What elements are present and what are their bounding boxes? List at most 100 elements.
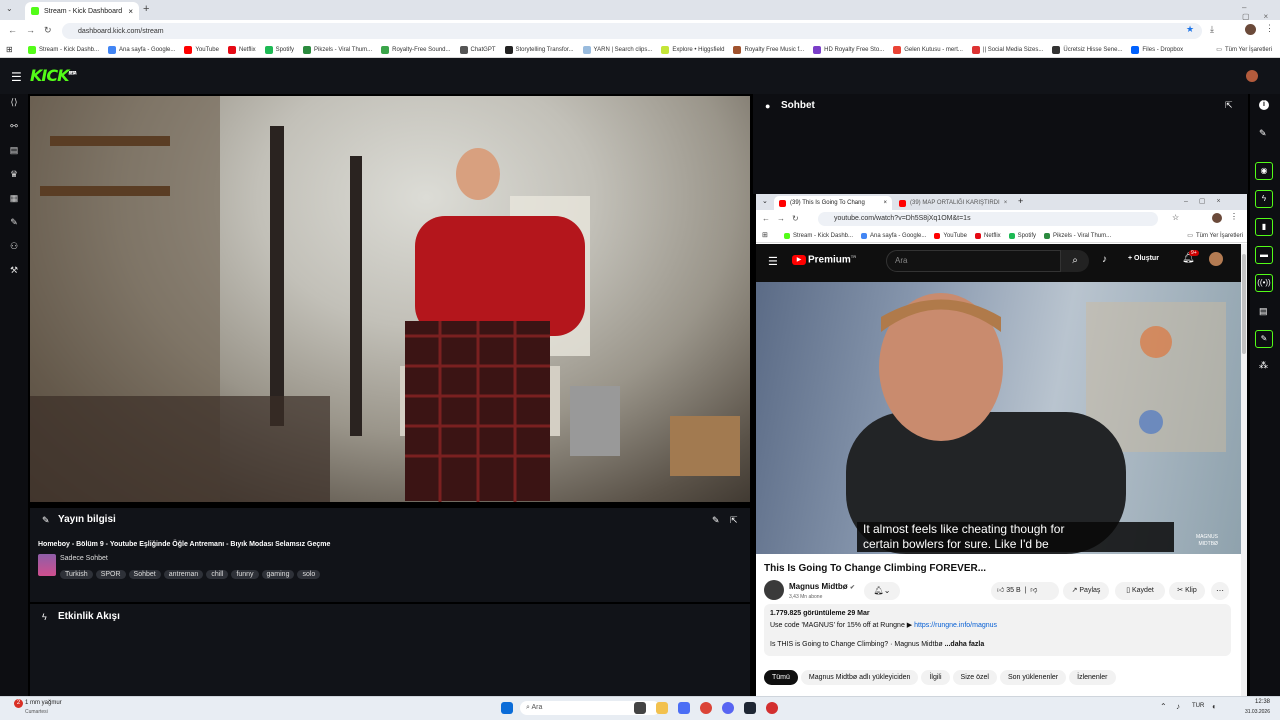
mic-icon[interactable]: ♪ <box>1176 702 1180 711</box>
share-button[interactable]: ↗ Paylaş <box>1063 582 1109 600</box>
broadcast-icon[interactable]: ((•)) <box>1255 274 1273 292</box>
wrench-icon[interactable]: ✎ <box>8 216 20 228</box>
bookmark-item[interactable]: || Social Media Sizes... <box>971 45 1043 54</box>
close-tab-icon[interactable]: × <box>883 200 887 206</box>
nodes-icon[interactable]: ⁂ <box>1259 360 1268 371</box>
windows-start-icon[interactable] <box>501 702 513 714</box>
bookmark-item[interactable]: Netflix <box>227 45 256 54</box>
save-button[interactable]: ▯ Kaydet <box>1115 582 1165 600</box>
yt-scrollbar-thumb[interactable] <box>1242 254 1246 354</box>
nav-buttons[interactable]: ←→↻ <box>762 214 806 223</box>
layout-icon[interactable]: ▤ <box>8 144 20 156</box>
window-controls[interactable]: –▢× <box>1184 197 1232 205</box>
link-icon[interactable]: ⚯ <box>8 120 20 132</box>
yt-scrollbar[interactable] <box>1241 244 1247 696</box>
bookmark-item[interactable]: Netflix <box>974 232 1001 239</box>
bookmark-item[interactable]: Royalty Free Music f... <box>733 45 804 54</box>
more-actions-icon[interactable]: ⋯ <box>1211 582 1229 600</box>
chip[interactable]: Size özel <box>952 670 997 685</box>
all-bookmarks[interactable]: ▭ Tüm Yer İşaretleri <box>1187 232 1247 240</box>
profile-avatar[interactable] <box>1212 213 1222 223</box>
nav-buttons[interactable]: ←→↻ <box>8 25 61 36</box>
weather-text[interactable]: 1 mm yağmur <box>25 700 62 706</box>
description-box[interactable]: 1.779.825 görüntüleme 29 Mar Use code 'M… <box>764 604 1231 656</box>
chip[interactable]: Son yüklenenler <box>999 670 1067 685</box>
channel-name[interactable]: Magnus Midtbø ✔ <box>789 582 855 591</box>
address-bar[interactable]: dashboard.kick.com/stream <box>62 23 1202 39</box>
bookmark-star-icon[interactable]: ★ <box>1186 24 1194 35</box>
discord-icon[interactable] <box>722 702 734 714</box>
bookmark-item[interactable]: Pikzels - Viral Thum... <box>303 45 372 54</box>
bookmark-item[interactable]: Gelen Kutusu - mert... <box>893 45 963 54</box>
chip[interactable]: Magnus Midtbø adlı yükleyiciden <box>800 670 919 685</box>
window-controls[interactable]: –▢× <box>1242 3 1280 21</box>
yt-search-input[interactable]: Ara <box>886 250 1061 272</box>
tray-chevron-icon[interactable]: ⌃ <box>1160 702 1167 711</box>
all-bookmarks[interactable]: ▭ Tüm Yer İşaretleri <box>1216 46 1280 54</box>
users-icon[interactable]: ⚇ <box>8 240 20 252</box>
search-icon[interactable]: ⌕ <box>1061 250 1089 272</box>
menu-icon[interactable]: ☰ <box>768 255 778 268</box>
moderation-icon[interactable]: ⚒ <box>8 264 20 276</box>
browser-tab-active[interactable]: Stream - Kick Dashboard × <box>25 2 139 20</box>
info-icon[interactable]: i <box>1259 100 1269 110</box>
bookmark-item[interactable]: HD Royalty Free Sto... <box>813 45 884 54</box>
trophy-icon[interactable]: ♛ <box>8 168 20 180</box>
chrome-icon[interactable] <box>700 702 712 714</box>
clip-button[interactable]: ✂ Klip <box>1169 582 1205 600</box>
tool-icon[interactable]: ✎ <box>1255 330 1273 348</box>
tag[interactable]: gaming <box>261 570 295 579</box>
clock-time[interactable]: 12:38 <box>1240 699 1270 705</box>
apps-grid-icon[interactable]: ⊞ <box>762 231 768 239</box>
show-more[interactable]: ...daha fazla <box>945 641 985 648</box>
tab-search-icon[interactable]: ⌄ <box>6 5 14 13</box>
video-icon[interactable]: ▮ <box>1255 218 1273 236</box>
pen-icon[interactable]: ✎ <box>1259 128 1267 139</box>
microphone-icon[interactable]: ♪ <box>1102 254 1107 265</box>
tag[interactable]: Turkish <box>60 570 93 579</box>
tag[interactable]: SPOR <box>95 570 126 579</box>
chip[interactable]: İzlenenler <box>1069 670 1116 685</box>
new-tab-button[interactable]: + <box>1018 196 1023 206</box>
browser-menu-icon[interactable]: ⋮ <box>1230 212 1238 221</box>
bookmark-item[interactable]: Ücretsiz Hisse Sene... <box>1052 45 1122 54</box>
download-icon[interactable]: ⤓ <box>1210 24 1214 35</box>
bookmark-item[interactable]: YARN | Search clips... <box>582 45 652 54</box>
user-avatar[interactable] <box>1246 70 1258 82</box>
tag[interactable]: funny <box>231 570 259 579</box>
popout-icon[interactable]: ⇱ <box>730 515 738 526</box>
bookmark-star-icon[interactable]: ☆ <box>1172 213 1179 222</box>
yt-address-bar[interactable]: youtube.com/watch?v=Dh5S8jXq1OM&t=1s <box>818 212 1158 226</box>
bookmark-item[interactable]: YouTube <box>184 45 219 54</box>
layers-icon[interactable]: ▤ <box>1259 306 1268 317</box>
bookmark-item[interactable]: ChatGPT <box>459 45 496 54</box>
close-tab-icon[interactable]: × <box>1004 200 1008 206</box>
tag[interactable]: antreman <box>163 570 204 579</box>
yt-tab[interactable]: (39) MAP ORTALIĞI KARIŞTIRDI × <box>894 196 1012 210</box>
camera-icon[interactable]: ◉ <box>1255 162 1273 180</box>
notification-bell-button[interactable]: 🔔︎⌄ <box>864 582 900 600</box>
bookmark-item[interactable]: YouTube <box>934 232 967 239</box>
bookmark-item[interactable]: Pikzels - Viral Thum... <box>1044 232 1111 239</box>
stream-preview[interactable] <box>30 96 750 502</box>
bookmark-item[interactable]: Storytelling Transfor... <box>504 45 574 54</box>
chat-popout-icon[interactable]: ⇱ <box>1225 100 1233 111</box>
app-icon[interactable] <box>766 702 778 714</box>
app-icon[interactable] <box>678 702 690 714</box>
category-name[interactable]: Sadece Sohbet <box>60 555 108 562</box>
bookmark-item[interactable]: Explore • Higgsfield <box>661 45 724 54</box>
browser-menu-icon[interactable]: ⋮ <box>1265 23 1274 34</box>
task-view-icon[interactable] <box>634 702 646 714</box>
bookmark-item[interactable]: Files - Dropbox <box>1131 45 1183 54</box>
kick-logo[interactable]: KICKBETA <box>30 66 77 85</box>
channel-avatar[interactable] <box>764 580 784 600</box>
yt-avatar[interactable] <box>1209 252 1223 266</box>
speaker-icon[interactable]: ◐ <box>1212 702 1217 711</box>
description-link[interactable]: https://rungne.info/magnus <box>914 622 997 629</box>
stream-icon[interactable]: ⟨⟩ <box>8 96 20 108</box>
like-button[interactable]: 👍︎ 35 B | 👎︎ <box>991 582 1059 600</box>
chip[interactable]: Tümü <box>764 670 798 685</box>
apps-grid-icon[interactable]: ⊞ <box>6 45 13 54</box>
youtube-logo-icon[interactable]: ▶ <box>792 255 806 265</box>
bookmark-item[interactable]: Ana sayfa - Google... <box>861 232 926 239</box>
